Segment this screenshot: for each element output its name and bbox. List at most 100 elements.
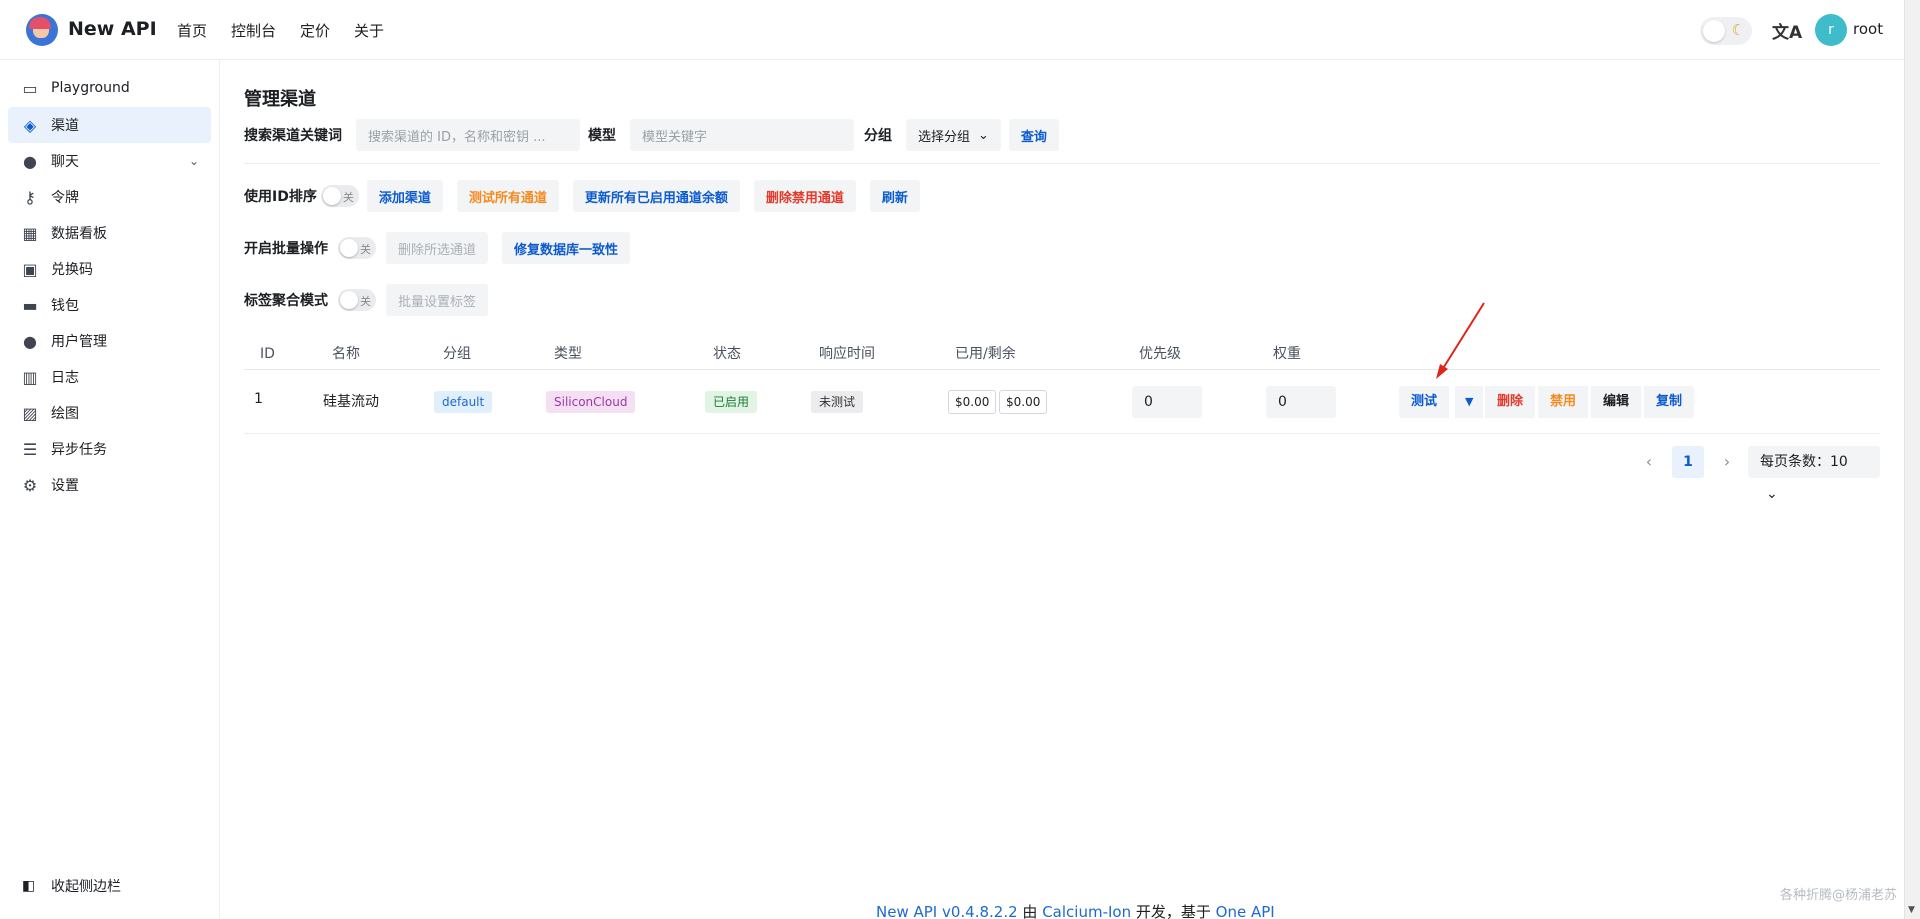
collapse-sidebar-button[interactable]: ◧ 收起侧边栏 [8, 868, 211, 904]
tag-mode-switch[interactable]: 关 [338, 289, 376, 311]
page-number[interactable]: 1 [1672, 446, 1704, 478]
footer-dev: 开发，基于 [1131, 903, 1216, 919]
chevron-down-icon: ⌄ [1766, 486, 1778, 502]
copy-button[interactable]: 复制 [1644, 386, 1695, 418]
model-label: 模型 [588, 128, 616, 144]
username[interactable]: root [1853, 20, 1883, 38]
avatar[interactable]: r [1815, 14, 1847, 46]
nav-console[interactable]: 控制台 [231, 20, 276, 41]
priority-input[interactable]: 0 [1132, 386, 1202, 418]
footer-version-link[interactable]: New API v0.4.8.2.2 [876, 903, 1018, 919]
col-group[interactable]: 分组 [443, 338, 471, 370]
col-priority[interactable]: 优先级 [1139, 338, 1181, 370]
table-header: ID 名称 分组 类型 状态 响应时间 已用/剩余 优先级 权重 [244, 338, 1880, 370]
col-name[interactable]: 名称 [332, 338, 360, 370]
refresh-button[interactable]: 刷新 [869, 180, 920, 212]
toggle-knob [1703, 20, 1725, 42]
edit-button[interactable]: 编辑 [1591, 386, 1642, 418]
sidebar-item-chat[interactable]: ● 聊天 ⌄ [8, 143, 211, 179]
query-button[interactable]: 查询 [1008, 119, 1059, 151]
group-select-value: 选择分组 [918, 129, 971, 145]
table-row: 1 硅基流动 default SiliconCloud 已启用 未测试 $0.0… [244, 370, 1880, 434]
fix-database-button[interactable]: 修复数据库一致性 [502, 232, 631, 264]
chevron-down-icon: ⌄ [978, 127, 989, 143]
group-select[interactable]: 选择分组 ⌄ [906, 119, 1001, 151]
toolbar-row-3: 标签聚合模式 关 批量设置标签 [244, 284, 489, 316]
disable-button[interactable]: 禁用 [1538, 386, 1589, 418]
sort-by-id-label: 使用ID排序 [244, 189, 317, 205]
switch-knob [340, 239, 358, 257]
remaining-amount[interactable]: $0.00 [999, 390, 1048, 414]
sidebar-item-tasks[interactable]: ☰ 异步任务 [8, 431, 211, 467]
page-scrollbar[interactable] [1904, 0, 1920, 919]
footer-author-link[interactable]: Calcium-Ion [1042, 903, 1131, 919]
test-all-button[interactable]: 测试所有通道 [456, 180, 559, 212]
sidebar-item-playground[interactable]: ▭ Playground [8, 70, 211, 106]
chat-bubble-icon: ● [23, 151, 37, 171]
search-row: 搜索渠道关键词 搜索渠道的 ID，名称和密钥 ... 模型 模型关键字 分组 选… [244, 119, 1059, 151]
test-button[interactable]: 测试 [1399, 386, 1450, 418]
sidebar-item-settings[interactable]: ⚙ 设置 [8, 467, 211, 503]
sidebar-item-tokens[interactable]: ⚷ 令牌 [8, 179, 211, 215]
sidebar-item-channels[interactable]: ◈ 渠道 [8, 107, 211, 143]
weight-input[interactable]: 0 [1266, 386, 1336, 418]
nav-pricing[interactable]: 定价 [300, 20, 330, 41]
scroll-down-icon[interactable]: ▼ [1908, 905, 1915, 915]
footer-base-link[interactable]: One API [1216, 903, 1275, 919]
keyword-input[interactable]: 搜索渠道的 ID，名称和密钥 ... [356, 119, 580, 151]
nav-about[interactable]: 关于 [354, 20, 384, 41]
layers-icon: ◈ [23, 115, 37, 135]
used-amount: $0.00 [948, 390, 997, 414]
page-title: 管理渠道 [244, 89, 316, 110]
top-header: New API 首页 控制台 定价 关于 ☾ 文A r root [0, 0, 1904, 60]
sort-by-id-switch[interactable]: 关 [320, 185, 359, 207]
update-balance-button[interactable]: 更新所有已启用通道余额 [572, 180, 740, 212]
add-channel-button[interactable]: 添加渠道 [366, 180, 443, 212]
sidebar-toggle-icon: ◧ [22, 878, 36, 894]
watermark: 各种折腾@杨浦老苏 [1780, 888, 1898, 903]
sidebar-item-label: 绘图 [51, 406, 79, 422]
col-response[interactable]: 响应时间 [819, 338, 875, 370]
moon-icon: ☾ [1731, 21, 1745, 39]
theme-toggle[interactable]: ☾ [1700, 17, 1752, 45]
key-icon: ⚷ [24, 187, 36, 207]
cell-name: 硅基流动 [323, 394, 379, 410]
sidebar-item-logs[interactable]: ▥ 日志 [8, 359, 211, 395]
brand-name[interactable]: New API [68, 18, 157, 40]
toolbar-row-1: 使用ID排序 关 添加渠道 测试所有通道 更新所有已启用通道余额 删除禁用通道 … [244, 180, 920, 212]
sidebar-item-drawing[interactable]: ▨ 绘图 [8, 395, 211, 431]
prev-page-icon[interactable]: ‹ [1634, 446, 1664, 478]
response-time-tag[interactable]: 未测试 [811, 391, 864, 413]
col-status[interactable]: 状态 [713, 338, 741, 370]
batch-tag-button[interactable]: 批量设置标签 [386, 284, 489, 316]
sidebar-item-redeem[interactable]: ▣ 兑换码 [8, 251, 211, 287]
sidebar-item-wallet[interactable]: ▬ 钱包 [8, 287, 211, 323]
next-page-icon[interactable]: › [1712, 446, 1742, 478]
bar-chart-icon: ▥ [22, 367, 38, 387]
col-id[interactable]: ID [260, 338, 275, 370]
nav-home[interactable]: 首页 [177, 20, 207, 41]
toolbar-row-2: 开启批量操作 关 删除所选通道 修复数据库一致性 [244, 232, 631, 264]
switch-text: 关 [360, 295, 371, 308]
sidebar: ▭ Playground ◈ 渠道 ● 聊天 ⌄ ⚷ 令牌 ▦ 数据看板 ▣ 兑… [0, 60, 220, 919]
batch-mode-switch[interactable]: 关 [338, 237, 376, 259]
sidebar-item-users[interactable]: ● 用户管理 [8, 323, 211, 359]
sidebar-item-label: 令牌 [51, 190, 79, 206]
col-type[interactable]: 类型 [554, 338, 582, 370]
chat-square-icon: ▭ [22, 78, 38, 98]
sidebar-item-dashboard[interactable]: ▦ 数据看板 [8, 215, 211, 251]
caret-down-icon[interactable]: ▼ [1455, 386, 1484, 418]
delete-selected-button[interactable]: 删除所选通道 [386, 232, 489, 264]
brand-logo[interactable] [26, 14, 58, 46]
delete-disabled-button[interactable]: 删除禁用通道 [753, 180, 856, 212]
col-weight[interactable]: 权重 [1273, 338, 1301, 370]
batch-mode-label: 开启批量操作 [244, 241, 328, 257]
model-input[interactable]: 模型关键字 [630, 119, 854, 151]
group-label: 分组 [864, 128, 892, 144]
translate-icon[interactable]: 文A [1772, 18, 1802, 43]
page-size-select[interactable]: 每页条数：10 ⌄ [1748, 446, 1880, 502]
col-balance[interactable]: 已用/剩余 [955, 338, 1016, 370]
delete-button[interactable]: 删除 [1485, 386, 1536, 418]
chevron-down-icon: ⌄ [188, 154, 199, 168]
switch-knob [340, 291, 358, 309]
